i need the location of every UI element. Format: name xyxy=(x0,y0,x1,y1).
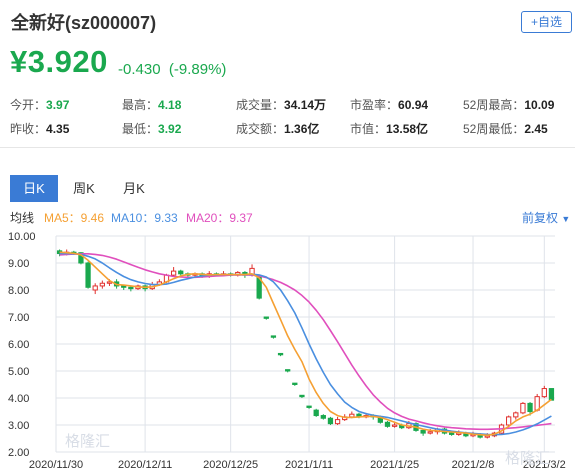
candle-body xyxy=(520,402,526,414)
candle-body xyxy=(306,405,312,408)
candle-body xyxy=(448,432,455,435)
candle-body xyxy=(334,419,341,425)
candle-body xyxy=(263,316,269,319)
y-tick-label: 7.00 xyxy=(8,312,29,324)
candle-body xyxy=(277,352,284,356)
candle-body xyxy=(178,270,184,275)
candle-body xyxy=(548,388,555,401)
x-tick-label: 2020/12/11 xyxy=(118,459,172,471)
kline-chart[interactable]: 10.009.008.007.006.005.004.003.002.00202… xyxy=(0,0,575,473)
candle-body xyxy=(513,412,519,418)
y-tick-label: 6.00 xyxy=(8,339,29,351)
candle-body xyxy=(121,285,127,288)
candle-body xyxy=(270,335,277,338)
candle-body xyxy=(420,429,426,434)
y-tick-label: 2.00 xyxy=(8,447,29,459)
candle-body xyxy=(320,415,326,419)
x-tick-label: 2021/1/25 xyxy=(370,459,419,471)
candle-body xyxy=(85,262,91,288)
candle-body xyxy=(384,421,391,427)
x-tick-label: 2021/1/11 xyxy=(285,459,333,471)
candle-body xyxy=(299,394,305,398)
candle-body xyxy=(391,424,398,427)
candle-body xyxy=(99,282,105,287)
candle-body xyxy=(527,402,533,412)
y-tick-label: 5.00 xyxy=(8,366,29,378)
candle-body xyxy=(285,369,291,372)
y-tick-label: 9.00 xyxy=(8,258,29,270)
y-tick-label: 4.00 xyxy=(8,393,29,405)
candle-body xyxy=(170,270,177,276)
x-tick-label: 2020/12/25 xyxy=(203,459,258,471)
candle-body xyxy=(327,417,334,425)
x-tick-label: 2021/2/8 xyxy=(452,459,495,471)
candle-body xyxy=(292,382,298,385)
watermark-text: 格隆汇 xyxy=(505,449,550,467)
candle-body xyxy=(313,409,319,417)
candle-body xyxy=(128,286,134,290)
x-tick-label: 2020/11/30 xyxy=(29,459,83,471)
candle-body xyxy=(427,431,433,434)
candle-body xyxy=(506,416,512,426)
watermark-text: 格隆汇 xyxy=(65,432,110,450)
candle-body xyxy=(92,285,98,291)
candle-body xyxy=(541,388,547,398)
y-tick-label: 3.00 xyxy=(8,420,29,432)
y-tick-label: 8.00 xyxy=(8,285,29,297)
y-tick-label: 10.00 xyxy=(8,231,36,243)
